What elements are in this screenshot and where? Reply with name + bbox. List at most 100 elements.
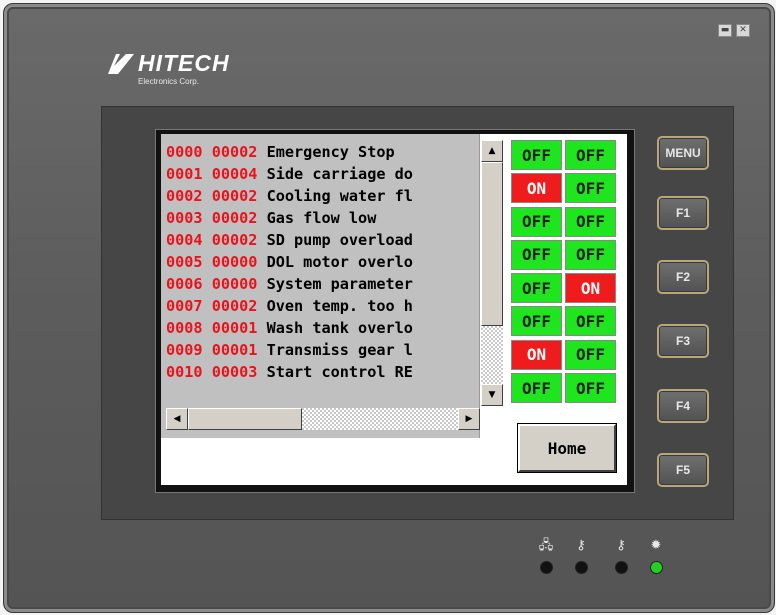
alarm-index: 0007 <box>166 297 203 315</box>
indicator: ⚷ <box>610 537 632 573</box>
alarm-row[interactable]: 0009 00001 Transmiss gear l <box>166 339 482 361</box>
status-led <box>575 562 587 573</box>
alarm-code: 00002 <box>211 187 258 205</box>
status-row: ON OFF <box>511 339 617 370</box>
alarm-index: 0006 <box>166 275 203 293</box>
status-toggle[interactable]: OFF <box>511 373 562 404</box>
alarm-message: SD pump overload <box>266 231 413 249</box>
status-row: OFF OFF <box>511 206 617 237</box>
f5-key[interactable]: F5 <box>657 453 709 487</box>
status-toggle[interactable]: OFF <box>511 273 562 304</box>
status-led <box>650 562 662 573</box>
indicator: ⚷ <box>570 537 592 573</box>
alarm-message: DOL motor overlo <box>266 253 413 271</box>
f1-key[interactable]: F1 <box>657 196 709 230</box>
power-light-icon: ✹ <box>650 538 662 553</box>
status-toggle[interactable]: OFF <box>565 140 616 170</box>
status-row: OFF ON <box>511 273 617 304</box>
alarm-message: System parameter <box>266 275 413 293</box>
status-toggle[interactable]: OFF <box>565 173 616 204</box>
alarm-message: Cooling water fl <box>266 187 413 205</box>
alarm-message: Gas flow low <box>266 209 377 227</box>
alarm-message: Start control RE <box>266 363 413 381</box>
alarm-index: 0005 <box>166 253 203 271</box>
alarm-index: 0000 <box>166 143 203 161</box>
alarm-index: 0003 <box>166 209 203 227</box>
status-led <box>615 562 627 573</box>
alarm-code: 00002 <box>211 143 258 161</box>
arrow-up-icon: ▲ <box>488 146 496 156</box>
status-toggle[interactable]: OFF <box>565 239 616 270</box>
menu-key[interactable]: MENU <box>657 136 709 170</box>
alarm-list[interactable]: 0000 00002 Emergency Stop 0001 00004 Side… <box>166 141 482 403</box>
alarm-row[interactable]: 0000 00002 Emergency Stop <box>166 141 482 163</box>
alarm-code: 00001 <box>211 319 258 337</box>
scroll-left-button[interactable]: ◀ <box>166 408 188 430</box>
status-row: OFF OFF <box>511 140 617 170</box>
window-controls: ▬ ✕ <box>718 24 750 37</box>
status-toggle[interactable]: OFF <box>565 373 616 404</box>
status-toggle[interactable]: OFF <box>565 306 616 337</box>
arrow-down-icon: ▼ <box>488 390 496 400</box>
alarm-message: Side carriage do <box>266 165 413 183</box>
alarm-row[interactable]: 0004 00002 SD pump overload <box>166 229 482 251</box>
f2-key[interactable]: F2 <box>657 260 709 294</box>
logo-subtitle: Electronics Corp. <box>138 77 199 86</box>
status-row: OFF OFF <box>511 306 617 337</box>
status-indicators: 🖧 ⚷ ⚷ ✹ <box>535 537 675 587</box>
alarm-index: 0002 <box>166 187 203 205</box>
alarm-row[interactable]: 0005 00000 DOL motor overlo <box>166 251 482 273</box>
f4-key[interactable]: F4 <box>657 389 709 423</box>
logo-wordmark: HITECH <box>138 50 230 76</box>
alarm-row[interactable]: 0008 00001 Wash tank overlo <box>166 317 482 339</box>
status-row: OFF OFF <box>511 373 617 404</box>
scroll-up-button[interactable]: ▲ <box>481 140 503 162</box>
home-button[interactable]: Home <box>517 423 617 473</box>
status-toggle[interactable]: OFF <box>511 306 562 337</box>
scroll-down-button[interactable]: ▼ <box>481 384 503 406</box>
status-toggle[interactable]: OFF <box>511 239 562 270</box>
alarm-message: Emergency Stop <box>266 143 395 161</box>
status-toggle[interactable]: OFF <box>511 206 562 237</box>
status-toggle[interactable]: ON <box>565 273 616 304</box>
alarm-index: 0004 <box>166 231 203 249</box>
alarm-code: 00004 <box>211 165 258 183</box>
alarm-code: 00002 <box>211 297 258 315</box>
status-toggle[interactable]: OFF <box>565 339 616 370</box>
alarm-code: 00000 <box>211 275 258 293</box>
alarm-row[interactable]: 0006 00000 System parameter <box>166 273 482 295</box>
status-toggle[interactable]: ON <box>511 173 562 204</box>
alarm-row[interactable]: 0003 00002 Gas flow low <box>166 207 482 229</box>
alarm-code: 00002 <box>211 209 258 227</box>
status-row: OFF OFF <box>511 239 617 270</box>
status-row: ON OFF <box>511 173 617 204</box>
key-icon: ⚷ <box>616 538 626 553</box>
alarm-message: Wash tank overlo <box>266 319 413 337</box>
f3-key[interactable]: F3 <box>657 324 709 358</box>
alarm-row[interactable]: 0010 00003 Start control RE <box>166 361 482 383</box>
alarm-row[interactable]: 0001 00004 Side carriage do <box>166 163 482 185</box>
alarm-code: 00003 <box>211 363 258 381</box>
alarm-index: 0008 <box>166 319 203 337</box>
close-button[interactable]: ✕ <box>736 24 750 37</box>
alarm-message: Transmiss gear l <box>266 341 413 359</box>
alarm-code: 00001 <box>211 341 258 359</box>
alarm-code: 00000 <box>211 253 258 271</box>
alarm-row[interactable]: 0002 00002 Cooling water fl <box>166 185 482 207</box>
minimize-button[interactable]: ▬ <box>718 24 732 37</box>
vertical-scrollbar[interactable]: ▲ ▼ <box>481 140 503 406</box>
alarm-index: 0001 <box>166 165 203 183</box>
horizontal-scrollbar[interactable]: ◀ ▶ <box>166 408 480 430</box>
status-toggle[interactable]: OFF <box>511 140 562 170</box>
status-grid: OFF OFF ON OFF OFF OFF OFF OFF OFF ON OFF OFF ON OFF O… <box>511 140 617 406</box>
indicator: ✹ <box>645 537 667 573</box>
horizontal-scroll-thumb[interactable] <box>188 408 302 430</box>
status-toggle[interactable]: OFF <box>565 206 616 237</box>
alarm-row[interactable]: 0007 00002 Oven temp. too h <box>166 295 482 317</box>
status-toggle[interactable]: ON <box>511 339 562 370</box>
scroll-right-button[interactable]: ▶ <box>458 408 480 430</box>
arrow-left-icon: ◀ <box>173 414 181 424</box>
alarm-list-panel: 0000 00002 Emergency Stop 0001 00004 Side… <box>161 134 480 438</box>
logo-mark-icon <box>108 54 134 74</box>
vertical-scroll-thumb[interactable] <box>481 162 503 326</box>
